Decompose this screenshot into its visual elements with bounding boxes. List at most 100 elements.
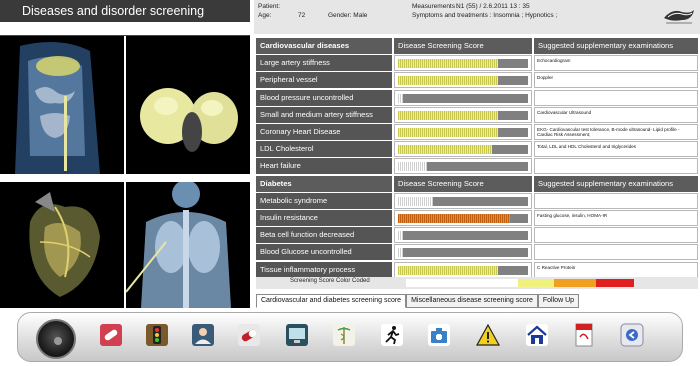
score-track (398, 59, 528, 69)
disease-label: Small and medium artery stiffness (256, 106, 392, 123)
exam-suggestion (534, 244, 698, 261)
disease-row[interactable]: Coronary Heart Disease EKG- Cardiovascula… (256, 124, 698, 140)
score-fill (398, 145, 492, 155)
exam-suggestion: Doppler (534, 72, 698, 89)
tab-miscellaneous[interactable]: Miscellaneous disease screening score (406, 294, 538, 308)
section-title: Diabetes (256, 175, 392, 192)
score-bar (394, 227, 532, 244)
anatomy-organs-image[interactable] (126, 36, 250, 174)
disease-label: Blood Glucose uncontrolled (256, 244, 392, 261)
section-header: Diabetes Disease Screening Score Suggested… (256, 175, 698, 192)
caduceus-icon[interactable] (332, 323, 356, 347)
score-track (398, 248, 528, 258)
disease-label: Blood pressure uncontrolled (256, 89, 392, 106)
legend-swatch (466, 279, 518, 287)
disease-label: Tissue inflammatory process (256, 261, 392, 278)
capsule-icon[interactable] (237, 323, 261, 347)
score-fill (398, 128, 498, 137)
panel-strip (0, 22, 250, 36)
exam-suggestion: EKG- Cardiovascular test tolerance, B-mo… (534, 124, 698, 140)
score-fill (398, 59, 498, 69)
logo-icon (662, 4, 696, 26)
score-column-header: Disease Screening Score (394, 175, 532, 192)
home-icon[interactable] (525, 323, 549, 347)
tab-follow-up[interactable]: Follow Up (537, 294, 580, 308)
exam-suggestion (534, 158, 698, 175)
section-header: Cardiovascular diseases Disease Screening… (256, 38, 698, 54)
score-fill (398, 214, 510, 223)
tab-cardiovascular-diabetes[interactable]: Cardiovascular and diabetes screening sc… (256, 294, 407, 308)
anatomy-abdomen-image[interactable] (0, 36, 124, 174)
disease-row[interactable]: Blood Glucose uncontrolled (256, 244, 698, 261)
disease-row[interactable]: Beta cell function decreased (256, 227, 698, 244)
score-bar (394, 192, 532, 209)
score-track (398, 162, 528, 172)
legend-swatch (406, 279, 466, 287)
score-bar (394, 210, 532, 226)
medical-kit-icon[interactable] (427, 323, 451, 347)
legend-label: Screening Score Color Coded (290, 278, 370, 284)
disease-row[interactable]: Large artery stiffness Echocardiogram (256, 55, 698, 72)
exam-suggestion: C Reactive Protein (534, 261, 698, 278)
tab-bar: Cardiovascular and diabetes screening sc… (256, 294, 580, 308)
panel-title: Diseases and disorder screening modeling (0, 0, 250, 40)
pills-icon[interactable] (99, 323, 123, 347)
disease-row[interactable]: Small and medium artery stiffness Cardiov… (256, 106, 698, 123)
disease-row[interactable]: Heart failure (256, 158, 698, 175)
legend-swatch (596, 279, 634, 287)
pdf-icon[interactable] (572, 323, 596, 347)
exam-suggestion: Fasting glucose, insulin, HOMA-IR (534, 210, 698, 226)
doctor-icon[interactable] (191, 323, 215, 347)
score-fill (398, 265, 498, 275)
score-bar (394, 261, 532, 278)
back-icon[interactable] (620, 323, 644, 347)
app-window: Diseases and disorder screening modeling (0, 0, 700, 366)
exam-suggestion (534, 192, 698, 209)
exam-suggestion (534, 227, 698, 244)
disease-row[interactable]: Blood pressure uncontrolled (256, 89, 698, 106)
disease-row[interactable]: Metabolic syndrome (256, 192, 698, 209)
score-bar (394, 55, 532, 72)
exam-column-header: Suggested supplementary examinations (534, 175, 698, 192)
measurements-label: Measurements : (412, 3, 459, 10)
score-bar (394, 106, 532, 123)
disease-label: Heart failure (256, 158, 392, 175)
score-track (398, 110, 528, 120)
joystick-icon[interactable] (36, 319, 76, 359)
score-bar (394, 72, 532, 89)
score-bar (394, 124, 532, 140)
disease-label: Insulin resistance (256, 210, 392, 226)
patient-label: Patient: (258, 3, 281, 10)
score-fill (398, 93, 403, 103)
disease-row[interactable]: Tissue inflammatory process C Reactive Pr… (256, 261, 698, 278)
disease-row[interactable]: LDL Cholesterol Total, LDL and HDL Choles… (256, 141, 698, 158)
exam-suggestion: Echocardiogram (534, 55, 698, 72)
traffic-light-icon[interactable] (145, 323, 169, 347)
disease-row[interactable]: Insulin resistance Fasting glucose, insul… (256, 210, 698, 226)
warning-icon[interactable] (476, 323, 500, 347)
score-column-header: Disease Screening Score (394, 38, 532, 54)
disease-label: Peripheral vessel (256, 72, 392, 89)
gender-text: Gender: Male (328, 12, 368, 19)
anatomy-panel: Diseases and disorder screening modeling (0, 0, 250, 308)
score-bar (394, 89, 532, 106)
score-fill (398, 110, 498, 120)
disease-row[interactable]: Peripheral vessel Doppler (256, 72, 698, 89)
score-fill (398, 162, 427, 172)
score-track (398, 145, 528, 155)
anatomy-torso-image[interactable] (126, 182, 250, 308)
score-bar (394, 141, 532, 158)
runner-icon[interactable] (380, 323, 404, 347)
exam-suggestion (534, 89, 698, 106)
score-track (398, 128, 528, 137)
monitor-icon[interactable] (285, 323, 309, 347)
anatomy-heart-image[interactable] (0, 182, 124, 308)
score-track (398, 93, 528, 103)
score-track (398, 76, 528, 86)
symptoms-text: Symptoms and treatments : Insomnia ; Hyp… (412, 12, 558, 19)
section-title: Cardiovascular diseases (256, 38, 392, 54)
disease-label: LDL Cholesterol (256, 141, 392, 158)
patient-header: Patient: Age: 72 Gender: Male Measuremen… (254, 0, 700, 34)
disease-label: Beta cell function decreased (256, 227, 392, 244)
score-track (398, 214, 528, 223)
